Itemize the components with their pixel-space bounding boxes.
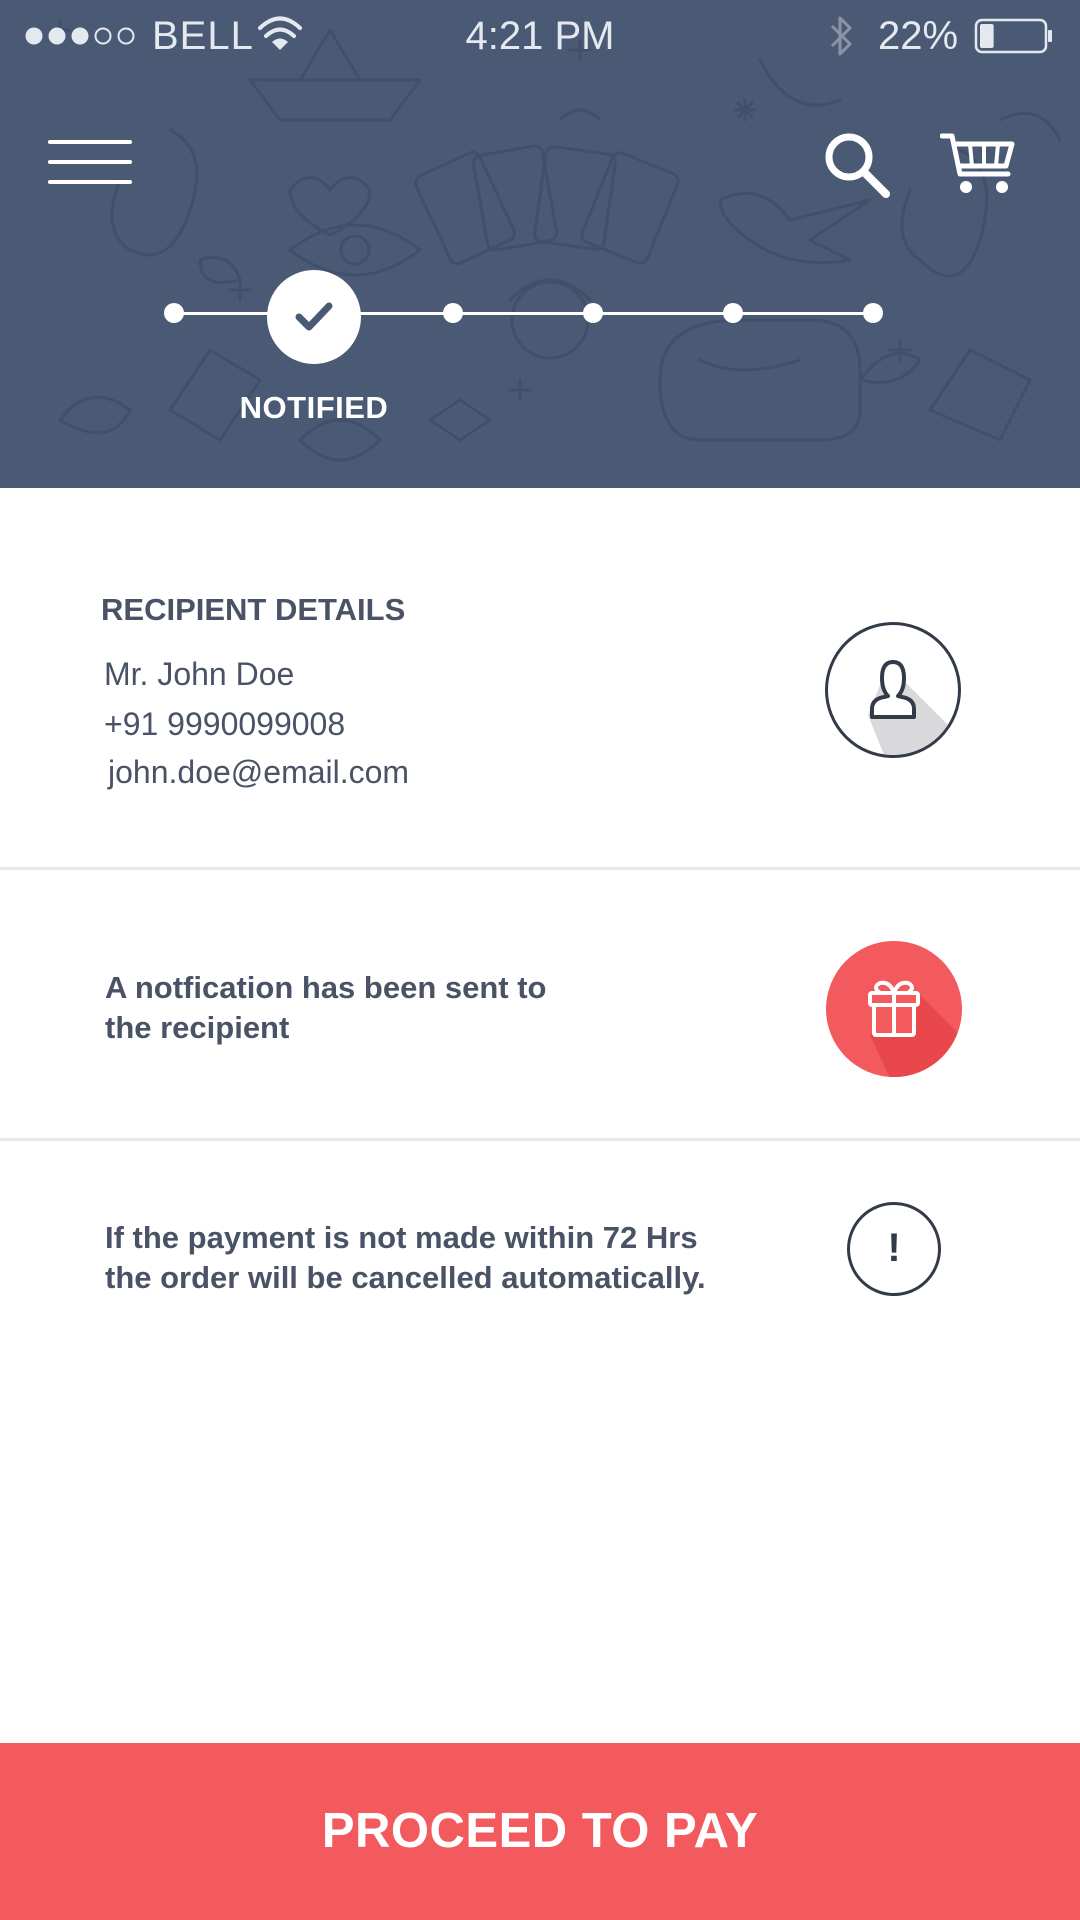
battery-icon bbox=[974, 18, 1052, 54]
notification-message-line1: A notfication has been sent to bbox=[105, 970, 547, 1005]
recipient-phone: +91 9990099008 bbox=[104, 706, 346, 742]
status-bar: BELL 4:21 PM 22% bbox=[0, 0, 1080, 70]
check-icon bbox=[295, 302, 333, 331]
alert-icon: ! bbox=[847, 1202, 941, 1296]
section-divider bbox=[0, 1138, 1080, 1141]
step-dot[interactable] bbox=[443, 303, 463, 323]
battery-percent: 22% bbox=[878, 14, 959, 58]
notification-message-line2: the recipient bbox=[105, 1010, 290, 1045]
search-icon[interactable] bbox=[822, 130, 892, 200]
step-dot[interactable] bbox=[723, 303, 743, 323]
gift-icon bbox=[826, 941, 962, 1077]
step-dot[interactable] bbox=[164, 303, 184, 323]
recipient-email: john.doe@email.com bbox=[108, 754, 410, 790]
payment-notice-line2: the order will be cancelled automaticall… bbox=[105, 1260, 706, 1295]
section-divider bbox=[0, 867, 1080, 870]
recipient-details-title: RECIPIENT DETAILS bbox=[101, 592, 406, 627]
step-dot[interactable] bbox=[583, 303, 603, 323]
active-step-label: NOTIFIED bbox=[239, 390, 389, 425]
recipient-name: Mr. John Doe bbox=[104, 656, 295, 692]
order-progress-stepper bbox=[0, 256, 1080, 376]
user-icon bbox=[825, 622, 961, 758]
cart-icon[interactable] bbox=[940, 130, 1016, 198]
proceed-to-pay-button[interactable]: PROCEED TO PAY bbox=[0, 1743, 1080, 1920]
step-dot[interactable] bbox=[863, 303, 883, 323]
bluetooth-icon bbox=[830, 16, 852, 56]
hamburger-menu-icon[interactable] bbox=[48, 138, 132, 186]
header: BELL 4:21 PM 22% bbox=[0, 0, 1080, 488]
payment-notice-line1: If the payment is not made within 72 Hrs bbox=[105, 1220, 698, 1255]
doodle-pattern-background bbox=[48, 18, 1062, 462]
step-active-notified[interactable] bbox=[267, 270, 361, 364]
